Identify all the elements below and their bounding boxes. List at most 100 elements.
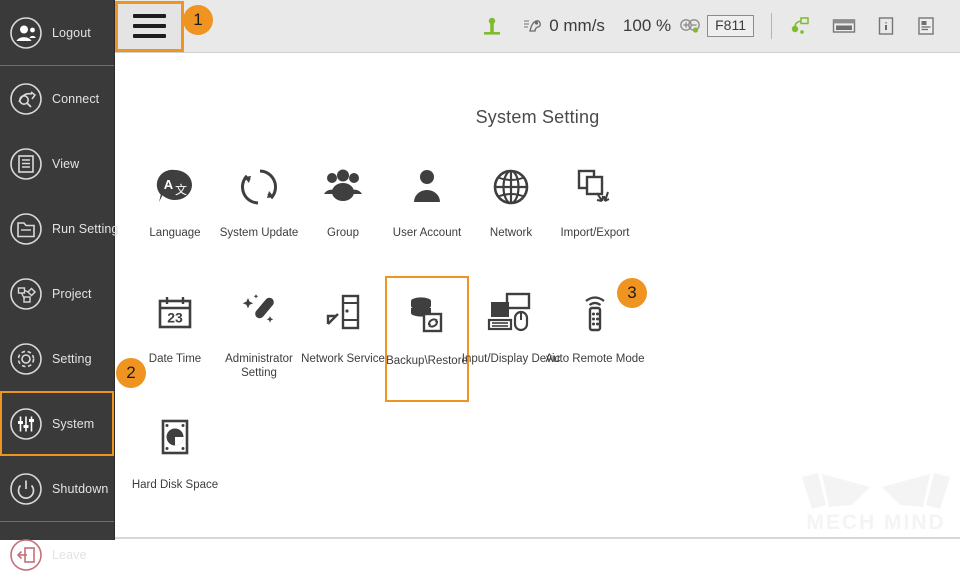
group-users-icon (320, 156, 366, 218)
sidebar-item-logout[interactable]: Logout (0, 0, 114, 65)
sliders-icon (8, 406, 44, 442)
sidebar-item-view[interactable]: View (0, 131, 114, 196)
settings-row: 23 Date Time Administrator Setting Netwo… (133, 276, 960, 402)
frame-indicator[interactable]: F811 (707, 15, 754, 37)
hamburger-menu-button[interactable] (115, 0, 184, 52)
plus-minus-icon (679, 17, 703, 35)
svg-text:文: 文 (175, 182, 187, 197)
tile-group[interactable]: Group (301, 150, 385, 276)
tile-label: System Update (219, 227, 299, 239)
tile-administrator-setting[interactable]: Administrator Setting (217, 276, 301, 402)
network-service-icon (320, 282, 366, 344)
sidebar-item-label: Setting (52, 351, 92, 366)
admin-wand-icon (236, 282, 282, 344)
gear-icon (8, 341, 44, 377)
tile-label: Network (489, 227, 533, 239)
logout-user-icon (8, 15, 44, 51)
sidebar-item-label: Connect (52, 91, 100, 106)
tile-label: Network Service (301, 353, 385, 365)
sidebar-item-label: Leave (52, 547, 87, 562)
settings-row: A 文 Language System Update Group User Ac… (133, 150, 960, 276)
info-icon (875, 15, 897, 37)
run-setting-icon (8, 211, 44, 247)
sidebar-item-connect[interactable]: Connect (0, 66, 114, 131)
svg-text:A: A (164, 177, 174, 192)
tile-label: Date Time (148, 353, 202, 365)
tile-language[interactable]: A 文 Language (133, 150, 217, 276)
tile-date-time[interactable]: 23 Date Time (133, 276, 217, 402)
view-list-icon (8, 146, 44, 182)
leave-exit-icon (8, 537, 44, 573)
main-sidebar: Logout Connect View Run Setting Project … (0, 0, 118, 571)
tile-network[interactable]: Network (469, 150, 553, 276)
speed-gauge-icon (521, 15, 543, 37)
content-bottom-rule (115, 537, 960, 539)
step-badge-1: 1 (183, 5, 213, 35)
tile-label: Group (327, 227, 359, 239)
hamburger-bar (133, 14, 166, 18)
sidebar-item-run-setting[interactable]: Run Setting (0, 196, 118, 261)
user-account-icon (404, 156, 450, 218)
tool-path-icon (789, 15, 813, 37)
connect-icon (8, 81, 44, 117)
tile-import-export[interactable]: Import/Export (553, 150, 637, 276)
backup-restore-icon (404, 284, 450, 346)
import-export-icon (572, 156, 618, 218)
log-document-icon (915, 15, 937, 37)
hard-disk-space-icon (152, 408, 198, 470)
log-button[interactable] (906, 0, 946, 52)
project-nodes-icon (8, 276, 44, 312)
tile-hard-disk-space[interactable]: Hard Disk Space (131, 402, 219, 528)
calendar-23-icon: 23 (152, 282, 198, 344)
tile-label: Language (149, 227, 201, 239)
toolbar-status-group: 0 mm/s 100 % F811 (472, 0, 960, 52)
override-status[interactable]: 100 % F811 (614, 0, 763, 52)
system-update-icon (236, 156, 282, 218)
sidebar-item-label: System (52, 416, 95, 431)
keyboard-button[interactable] (822, 0, 866, 52)
sidebar-item-label: Project (52, 286, 92, 301)
sidebar-item-setting[interactable]: Setting (0, 326, 114, 391)
input-display-device-icon (485, 282, 537, 344)
override-value: 100 % (622, 16, 672, 35)
tile-label: Import/Export (560, 227, 630, 239)
sidebar-item-leave[interactable]: Leave (0, 522, 114, 587)
step-badge-2: 2 (116, 358, 146, 388)
sidebar-item-project[interactable]: Project (0, 261, 114, 326)
tile-label: Hard Disk Space (131, 479, 219, 491)
keyboard-icon (831, 15, 857, 37)
tile-system-update[interactable]: System Update (217, 150, 301, 276)
sidebar-item-label: Run Setting (52, 221, 119, 236)
toolbar-divider (771, 13, 772, 39)
info-button[interactable] (866, 0, 906, 52)
tile-input-display-device[interactable]: Input/Display Devic (462, 276, 560, 402)
tile-label: Auto Remote Mode (545, 353, 645, 365)
tile-backup-restore[interactable]: Backup\Restore (385, 276, 469, 402)
content-area: System Setting A 文 Language System Updat… (115, 53, 960, 539)
power-icon (8, 471, 44, 507)
speed-value: 0 mm/s (549, 16, 605, 35)
sidebar-item-label: Logout (52, 25, 91, 40)
hamburger-bar (133, 34, 166, 38)
top-toolbar: 0 mm/s 100 % F811 (115, 0, 960, 53)
robot-base-icon (481, 15, 503, 37)
step-badge-3: 3 (617, 278, 647, 308)
tile-user-account[interactable]: User Account (385, 150, 469, 276)
tile-label: User Account (392, 227, 462, 239)
remote-control-icon (572, 282, 618, 344)
tile-network-service[interactable]: Network Service (301, 276, 385, 402)
sidebar-item-shutdown[interactable]: Shutdown (0, 456, 114, 521)
sidebar-item-system[interactable]: System (0, 391, 114, 456)
robot-base-status[interactable] (472, 0, 512, 52)
page-title: System Setting (475, 107, 600, 127)
sidebar-item-label: View (52, 156, 80, 171)
speed-status[interactable]: 0 mm/s (512, 0, 614, 52)
settings-row: Hard Disk Space (131, 402, 960, 528)
tile-label: Administrator Setting (225, 353, 293, 379)
sidebar-item-label: Shutdown (52, 481, 109, 496)
tile-label: Backup\Restore (386, 355, 468, 367)
tool-path-button[interactable] (780, 0, 822, 52)
settings-grid: A 文 Language System Update Group User Ac… (115, 150, 960, 528)
hamburger-bar (133, 24, 166, 28)
svg-text:23: 23 (167, 310, 183, 326)
